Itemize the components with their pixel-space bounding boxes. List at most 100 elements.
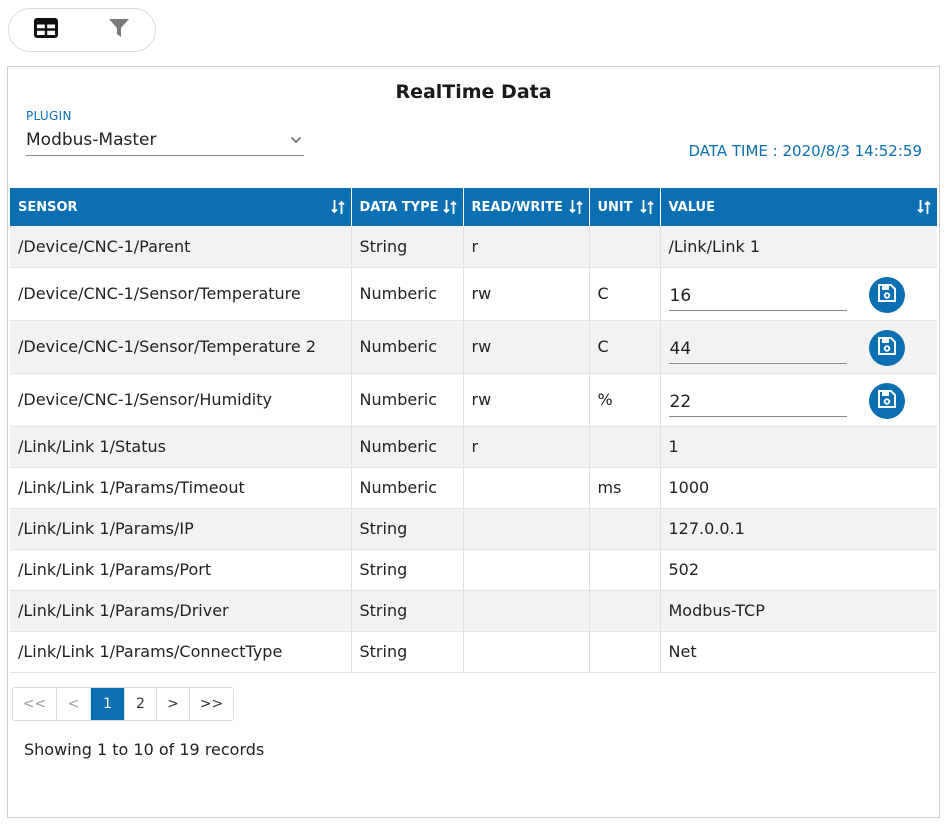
value-input[interactable]: [668, 331, 847, 364]
cell-unit: [589, 426, 661, 468]
cell-unit: [589, 226, 661, 268]
cell-sensor: /Link/Link 1/Params/Timeout: [10, 467, 352, 509]
cell-read-write: rw: [463, 373, 590, 427]
cell-value: 502: [660, 549, 937, 591]
chevron-down-icon: [290, 136, 302, 144]
save-icon: [877, 389, 897, 413]
data-time: DATA TIME : 2020/8/3 14:52:59: [688, 142, 922, 160]
table-row: /Device/CNC-1/Sensor/Temperature Numberi…: [10, 267, 937, 321]
cell-unit: [589, 590, 661, 632]
column-header-value[interactable]: VALUE: [660, 188, 937, 226]
cell-data-type: Numberic: [351, 267, 464, 321]
sort-icon: [917, 199, 931, 215]
cell-unit: [589, 549, 661, 591]
page-button-1[interactable]: 1: [91, 688, 125, 720]
cell-read-write: [463, 549, 590, 591]
table-row: /Link/Link 1/Params/ConnectType String N…: [10, 631, 937, 673]
cell-sensor: /Device/CNC-1/Sensor/Temperature: [10, 267, 352, 321]
next-page-button[interactable]: >: [157, 688, 190, 720]
cell-sensor: /Link/Link 1/Status: [10, 426, 352, 468]
cell-value: [660, 267, 937, 321]
sort-icon: [330, 199, 345, 215]
cell-data-type: String: [351, 226, 464, 268]
cell-value: [660, 373, 937, 427]
cell-sensor: /Device/CNC-1/Sensor/Humidity: [10, 373, 352, 427]
save-button[interactable]: [868, 276, 905, 313]
last-page-button[interactable]: >>: [190, 688, 233, 720]
cell-unit: [589, 631, 661, 673]
cell-value: 1000: [660, 467, 937, 509]
cell-sensor: /Link/Link 1/Params/Port: [10, 549, 352, 591]
data-table: SENSOR DATA TYPE READ/WRITE UNIT VALUE /…: [10, 188, 937, 673]
table-icon: [33, 18, 58, 42]
sort-icon: [639, 199, 654, 215]
cell-value: /Link/Link 1: [660, 226, 937, 268]
table-row: /Device/CNC-1/Sensor/Temperature 2 Numbe…: [10, 320, 937, 374]
sort-icon: [568, 199, 583, 215]
plugin-select-value: Modbus-Master: [26, 130, 157, 150]
cell-sensor: /Device/CNC-1/Sensor/Temperature 2: [10, 320, 352, 374]
save-icon: [877, 283, 897, 307]
cell-value: 1: [660, 426, 937, 468]
table-row: /Link/Link 1/Status Numberic r 1: [10, 426, 937, 468]
value-input[interactable]: [668, 278, 847, 311]
pagination: << < 1 2 > >>: [12, 687, 234, 721]
cell-data-type: String: [351, 631, 464, 673]
cell-sensor: /Link/Link 1/Params/ConnectType: [10, 631, 352, 673]
column-header-read-write[interactable]: READ/WRITE: [463, 188, 590, 226]
cell-read-write: [463, 631, 590, 673]
cell-data-type: Numberic: [351, 320, 464, 374]
cell-read-write: rw: [463, 320, 590, 374]
filter-button[interactable]: [82, 9, 155, 51]
page-button-2[interactable]: 2: [125, 688, 157, 720]
table-row: /Link/Link 1/Params/Port String 502: [10, 549, 937, 591]
cell-data-type: Numberic: [351, 467, 464, 509]
cell-data-type: Numberic: [351, 426, 464, 468]
cell-sensor: /Device/CNC-1/Parent: [10, 226, 352, 268]
table-row: /Device/CNC-1/Parent String r /Link/Link…: [10, 226, 937, 268]
table-header-row: SENSOR DATA TYPE READ/WRITE UNIT VALUE: [10, 188, 937, 226]
cell-read-write: r: [463, 226, 590, 268]
cell-value: Net: [660, 631, 937, 673]
cell-value: 127.0.0.1: [660, 508, 937, 550]
panel-title: RealTime Data: [395, 81, 552, 103]
cell-sensor: /Link/Link 1/Params/Driver: [10, 590, 352, 632]
cell-data-type: String: [351, 549, 464, 591]
filter-icon: [108, 17, 130, 43]
save-button[interactable]: [868, 329, 905, 366]
cell-value: [660, 320, 937, 374]
cell-unit: ms: [589, 467, 661, 509]
prev-page-button[interactable]: <: [57, 688, 91, 720]
table-row: /Link/Link 1/Params/Driver String Modbus…: [10, 590, 937, 632]
cell-read-write: [463, 467, 590, 509]
cell-read-write: rw: [463, 267, 590, 321]
realtime-data-panel: RealTime Data PLUGIN Modbus-Master DATA …: [7, 66, 940, 818]
cell-unit: C: [589, 267, 661, 321]
save-button[interactable]: [868, 382, 905, 419]
cell-read-write: r: [463, 426, 590, 468]
value-input[interactable]: [668, 384, 847, 417]
plugin-select[interactable]: Modbus-Master: [26, 125, 304, 156]
view-toolbar: [8, 8, 156, 52]
cell-data-type: Numberic: [351, 373, 464, 427]
first-page-button[interactable]: <<: [13, 688, 57, 720]
sort-icon: [442, 199, 457, 215]
cell-value: Modbus-TCP: [660, 590, 937, 632]
table-row: /Link/Link 1/Params/IP String 127.0.0.1: [10, 508, 937, 550]
plugin-label: PLUGIN: [26, 109, 72, 123]
table-row: /Device/CNC-1/Sensor/Humidity Numberic r…: [10, 373, 937, 427]
cell-read-write: [463, 508, 590, 550]
table-row: /Link/Link 1/Params/Timeout Numberic ms …: [10, 467, 937, 509]
cell-sensor: /Link/Link 1/Params/IP: [10, 508, 352, 550]
save-icon: [877, 336, 897, 360]
table-view-button[interactable]: [9, 9, 82, 51]
cell-unit: C: [589, 320, 661, 374]
column-header-data-type[interactable]: DATA TYPE: [351, 188, 464, 226]
cell-unit: %: [589, 373, 661, 427]
column-header-sensor[interactable]: SENSOR: [10, 188, 352, 226]
column-header-unit[interactable]: UNIT: [589, 188, 661, 226]
cell-unit: [589, 508, 661, 550]
cell-read-write: [463, 590, 590, 632]
cell-data-type: String: [351, 590, 464, 632]
cell-data-type: String: [351, 508, 464, 550]
